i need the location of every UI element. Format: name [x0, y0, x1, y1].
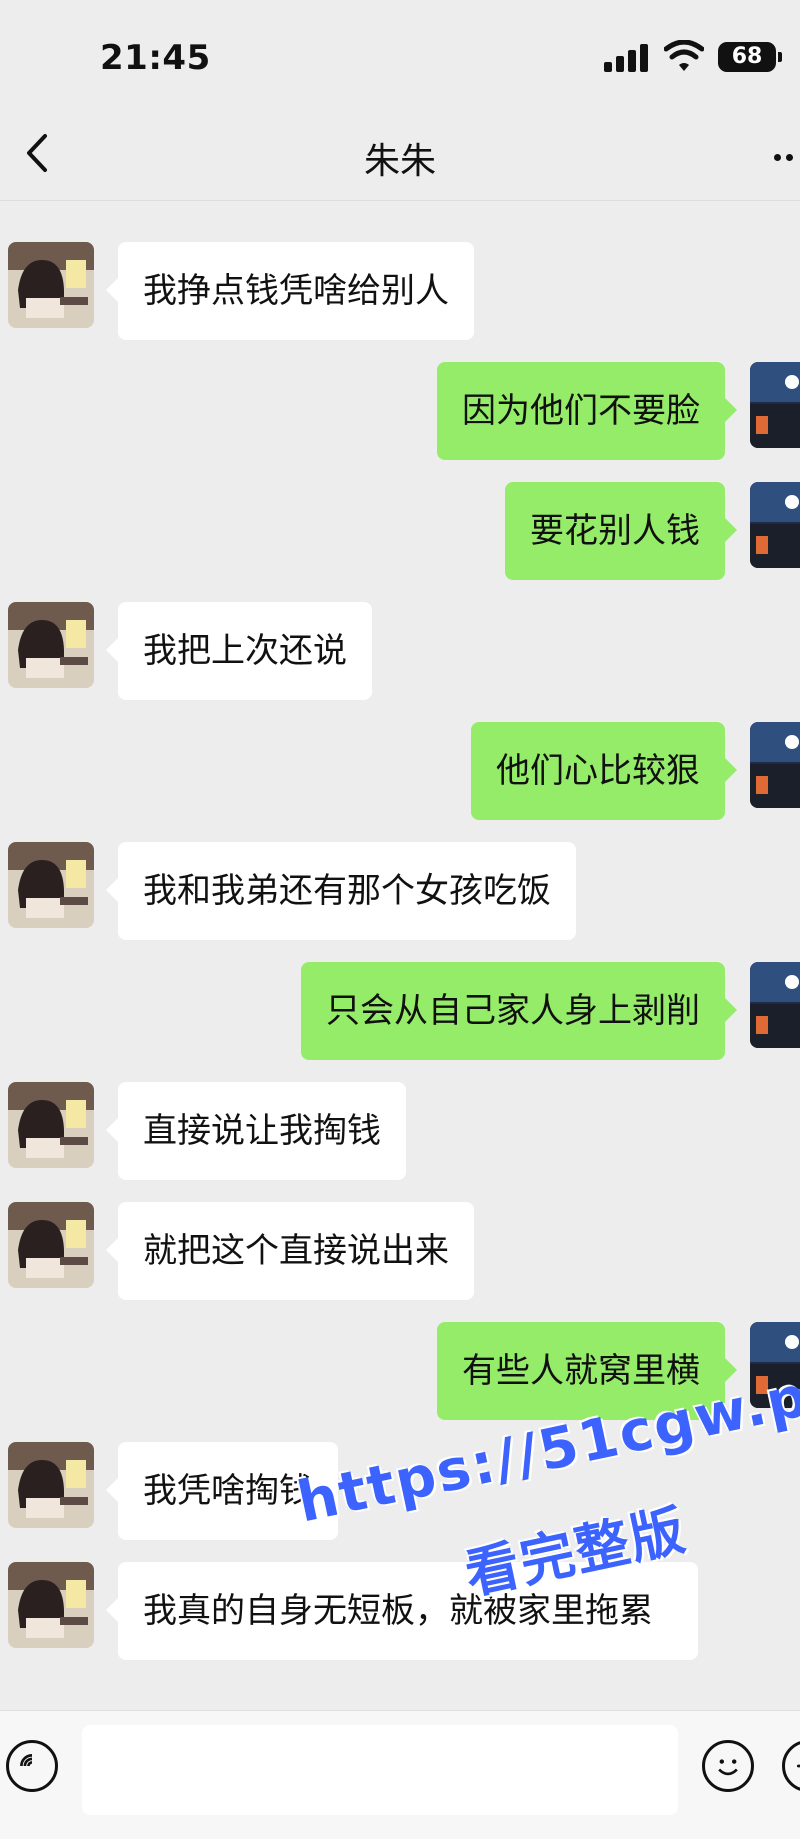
contact-avatar[interactable]: [8, 602, 94, 688]
more-button[interactable]: [774, 154, 800, 164]
message-row-received: 我挣点钱凭啥给别人: [0, 200, 800, 340]
voice-button[interactable]: [6, 1740, 58, 1792]
user-avatar[interactable]: [750, 722, 800, 808]
status-bar: 21:45 68: [0, 0, 800, 110]
message-row-sent: 有些人就窝里横: [0, 1280, 800, 1420]
status-time: 21:45: [100, 38, 211, 78]
user-avatar[interactable]: [750, 962, 800, 1048]
contact-avatar[interactable]: [8, 1442, 94, 1528]
message-row-received: 我真的自身无短板，就被家里拖累: [0, 1520, 800, 1710]
message-text-field[interactable]: [82, 1725, 678, 1815]
plus-icon: [796, 1764, 800, 1768]
message-bubble-received[interactable]: 我真的自身无短板，就被家里拖累: [106, 1562, 698, 1660]
message-input[interactable]: [82, 1725, 678, 1815]
message-row-received: 直接说让我掏钱: [0, 1040, 800, 1180]
message-row-sent: 要花别人钱: [0, 440, 800, 580]
battery-icon: 68: [718, 42, 782, 72]
user-avatar[interactable]: [750, 482, 800, 568]
ellipsis-icon: [774, 154, 781, 161]
message-row-sent: 只会从自己家人身上剥削: [0, 920, 800, 1060]
user-avatar[interactable]: [750, 362, 800, 448]
message-row-sent: 因为他们不要脸: [0, 320, 800, 460]
contact-avatar[interactable]: [8, 842, 94, 928]
contact-avatar[interactable]: [8, 242, 94, 328]
plus-button[interactable]: [782, 1740, 800, 1792]
contact-avatar[interactable]: [8, 1562, 94, 1648]
contact-avatar[interactable]: [8, 1082, 94, 1168]
chat-header: 朱朱: [0, 110, 800, 201]
chat-title: 朱朱: [363, 141, 436, 182]
message-row-sent: 他们心比较狠: [0, 680, 800, 820]
contact-avatar[interactable]: [8, 1202, 94, 1288]
message-row-received: 我凭啥掏钱: [0, 1400, 800, 1540]
message-row-received: 我把上次还说: [0, 560, 800, 700]
wifi-icon: [664, 40, 704, 74]
message-list[interactable]: 我挣点钱凭啥给别人 因为他们不要脸 要花别人钱 我把上次还说 他们心比较狠 我和…: [0, 200, 800, 1710]
message-input-bar: [0, 1710, 800, 1839]
user-avatar[interactable]: [750, 1322, 800, 1408]
emoji-icon: [718, 1759, 738, 1776]
emoji-button[interactable]: [702, 1740, 754, 1792]
message-row-received: 我和我弟还有那个女孩吃饭: [0, 800, 800, 940]
voice-icon: [20, 1754, 33, 1767]
message-row-received: 就把这个直接说出来: [0, 1160, 800, 1300]
cellular-signal-icon: [604, 44, 650, 72]
